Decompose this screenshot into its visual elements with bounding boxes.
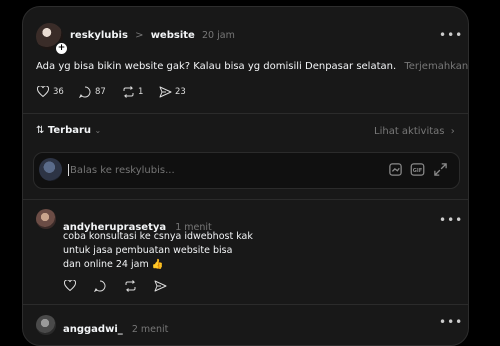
translate-link[interactable]: Terjemahkan bbox=[404, 61, 468, 72]
image-icon[interactable] bbox=[388, 162, 403, 177]
current-user-avatar bbox=[39, 158, 62, 181]
topic-separator-icon: > bbox=[135, 30, 144, 41]
reply-input[interactable] bbox=[70, 162, 370, 178]
sort-label: Terbaru bbox=[47, 125, 92, 136]
comment-icon[interactable] bbox=[79, 86, 91, 98]
comment-count: 87 bbox=[95, 87, 106, 97]
share-icon[interactable] bbox=[159, 86, 172, 98]
share-count: 23 bbox=[175, 87, 186, 97]
sort-arrows-icon: ⇅ bbox=[36, 125, 45, 136]
reply-text: coba konsultasi ke csnya idwebhost kak u… bbox=[63, 230, 253, 272]
reply-text-line: dan online 24 jam 👍 bbox=[63, 259, 164, 270]
reply-comment-icon[interactable] bbox=[94, 280, 106, 292]
reply-meta: anggadwi_ 2 menit bbox=[63, 317, 168, 336]
reply-username[interactable]: anggadwi_ bbox=[63, 324, 123, 335]
post-text: Ada yg bisa bikin website gak? Kalau bis… bbox=[36, 61, 397, 72]
text-cursor bbox=[68, 164, 69, 176]
post-more-icon[interactable]: ••• bbox=[439, 28, 463, 42]
sort-dropdown[interactable]: ⇅ Terbaru ⌄ bbox=[36, 125, 101, 136]
reply-share-icon[interactable] bbox=[154, 280, 167, 292]
repost-count: 1 bbox=[138, 87, 144, 97]
topic-tag[interactable]: website bbox=[151, 30, 195, 41]
reply-repost-icon[interactable] bbox=[124, 280, 137, 292]
post-text-row: Ada yg bisa bikin website gak? Kalau bis… bbox=[36, 61, 468, 72]
chevron-right-icon: › bbox=[450, 126, 455, 137]
reply-avatar[interactable] bbox=[36, 315, 56, 335]
like-icon[interactable] bbox=[37, 86, 49, 97]
follow-plus-icon[interactable]: + bbox=[54, 41, 69, 56]
chevron-down-icon: ⌄ bbox=[94, 126, 102, 135]
post-meta: reskylubis > website 20 jam bbox=[70, 30, 235, 41]
gif-icon[interactable]: GIF bbox=[410, 162, 425, 177]
reply-more-icon[interactable]: ••• bbox=[439, 315, 463, 329]
post-divider bbox=[23, 113, 468, 114]
thread-card: + reskylubis > website 20 jam ••• Ada yg… bbox=[22, 6, 469, 346]
expand-icon[interactable] bbox=[433, 162, 448, 177]
author-username[interactable]: reskylubis bbox=[70, 30, 128, 41]
svg-text:GIF: GIF bbox=[413, 168, 422, 174]
reply-divider bbox=[23, 304, 468, 305]
reply-like-icon[interactable] bbox=[64, 280, 76, 291]
reply-text-line: untuk jasa pembuatan website bisa bbox=[63, 245, 233, 256]
reply-more-icon[interactable]: ••• bbox=[439, 213, 463, 227]
post-time: 20 jam bbox=[202, 30, 235, 41]
view-activity-link[interactable]: Lihat aktivitas › bbox=[374, 126, 455, 137]
repost-icon[interactable] bbox=[122, 86, 135, 98]
reply-text-line: coba konsultasi ke csnya idwebhost kak bbox=[63, 231, 253, 242]
like-count: 36 bbox=[53, 87, 64, 97]
reply-time: 2 menit bbox=[131, 324, 169, 335]
reply-box-divider bbox=[23, 199, 468, 200]
reply-avatar[interactable] bbox=[36, 209, 56, 229]
